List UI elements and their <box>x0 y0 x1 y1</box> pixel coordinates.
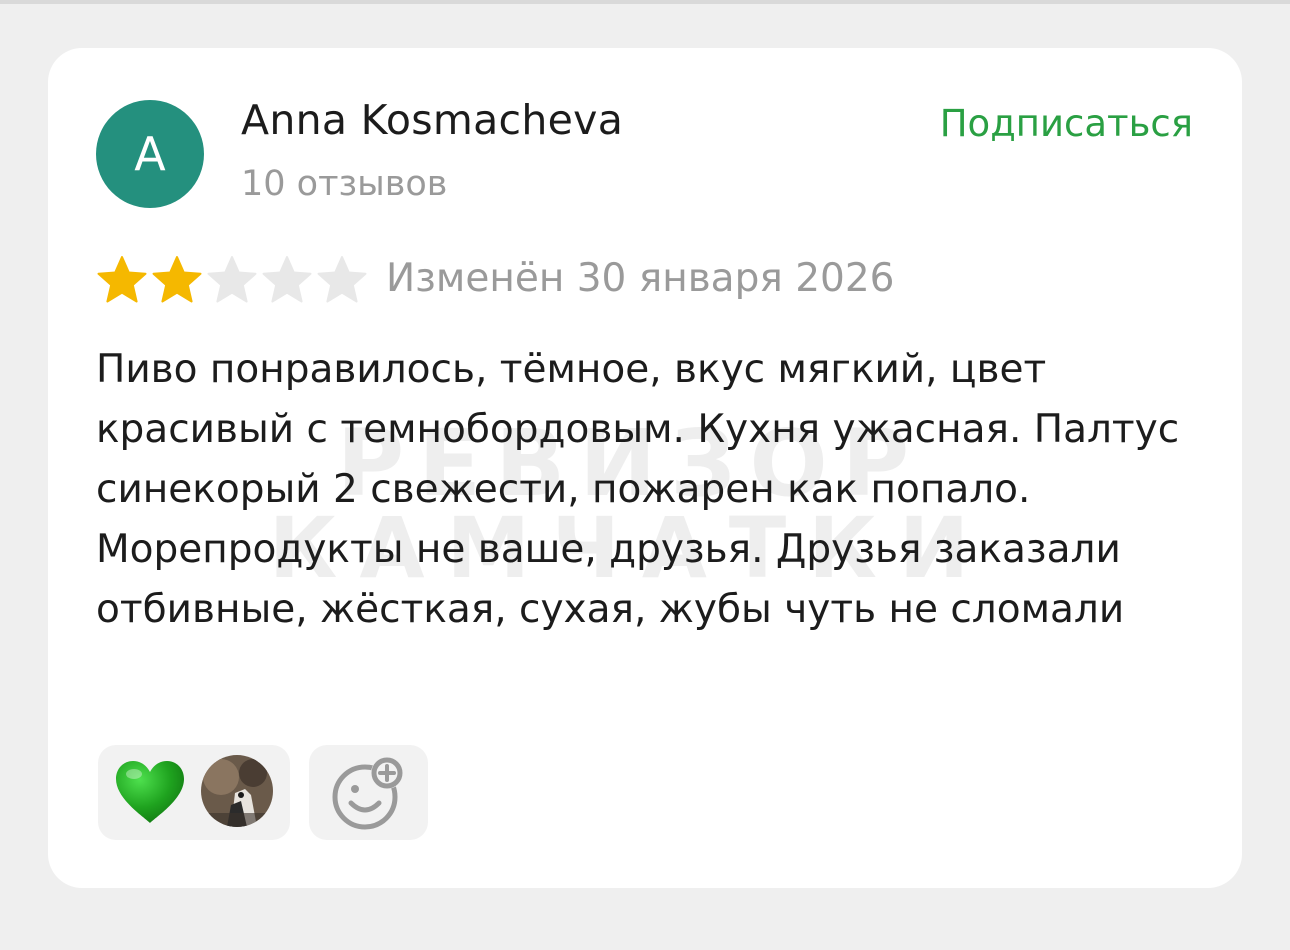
review-date: Изменён 30 января 2026 <box>386 256 895 301</box>
green-heart-icon <box>114 759 186 829</box>
author-review-count: 10 отзывов <box>241 164 448 204</box>
reaction-user-avatar <box>201 755 273 827</box>
add-reaction-icon <box>329 755 409 835</box>
star-empty-icon <box>205 254 259 306</box>
reactions-summary[interactable] <box>98 745 290 840</box>
star-empty-icon <box>260 254 314 306</box>
subscribe-button[interactable]: Подписаться <box>940 102 1193 145</box>
review-text: Пиво понравилось, тёмное, вкус мягкий, ц… <box>96 347 1180 632</box>
author-avatar[interactable]: A <box>96 100 204 208</box>
star-filled-icon <box>95 254 149 306</box>
add-reaction-button[interactable] <box>309 745 428 840</box>
top-divider <box>0 0 1290 4</box>
rating-stars <box>95 254 370 306</box>
star-empty-icon <box>315 254 369 306</box>
star-filled-icon <box>150 254 204 306</box>
author-name[interactable]: Anna Kosmacheva <box>241 96 623 144</box>
